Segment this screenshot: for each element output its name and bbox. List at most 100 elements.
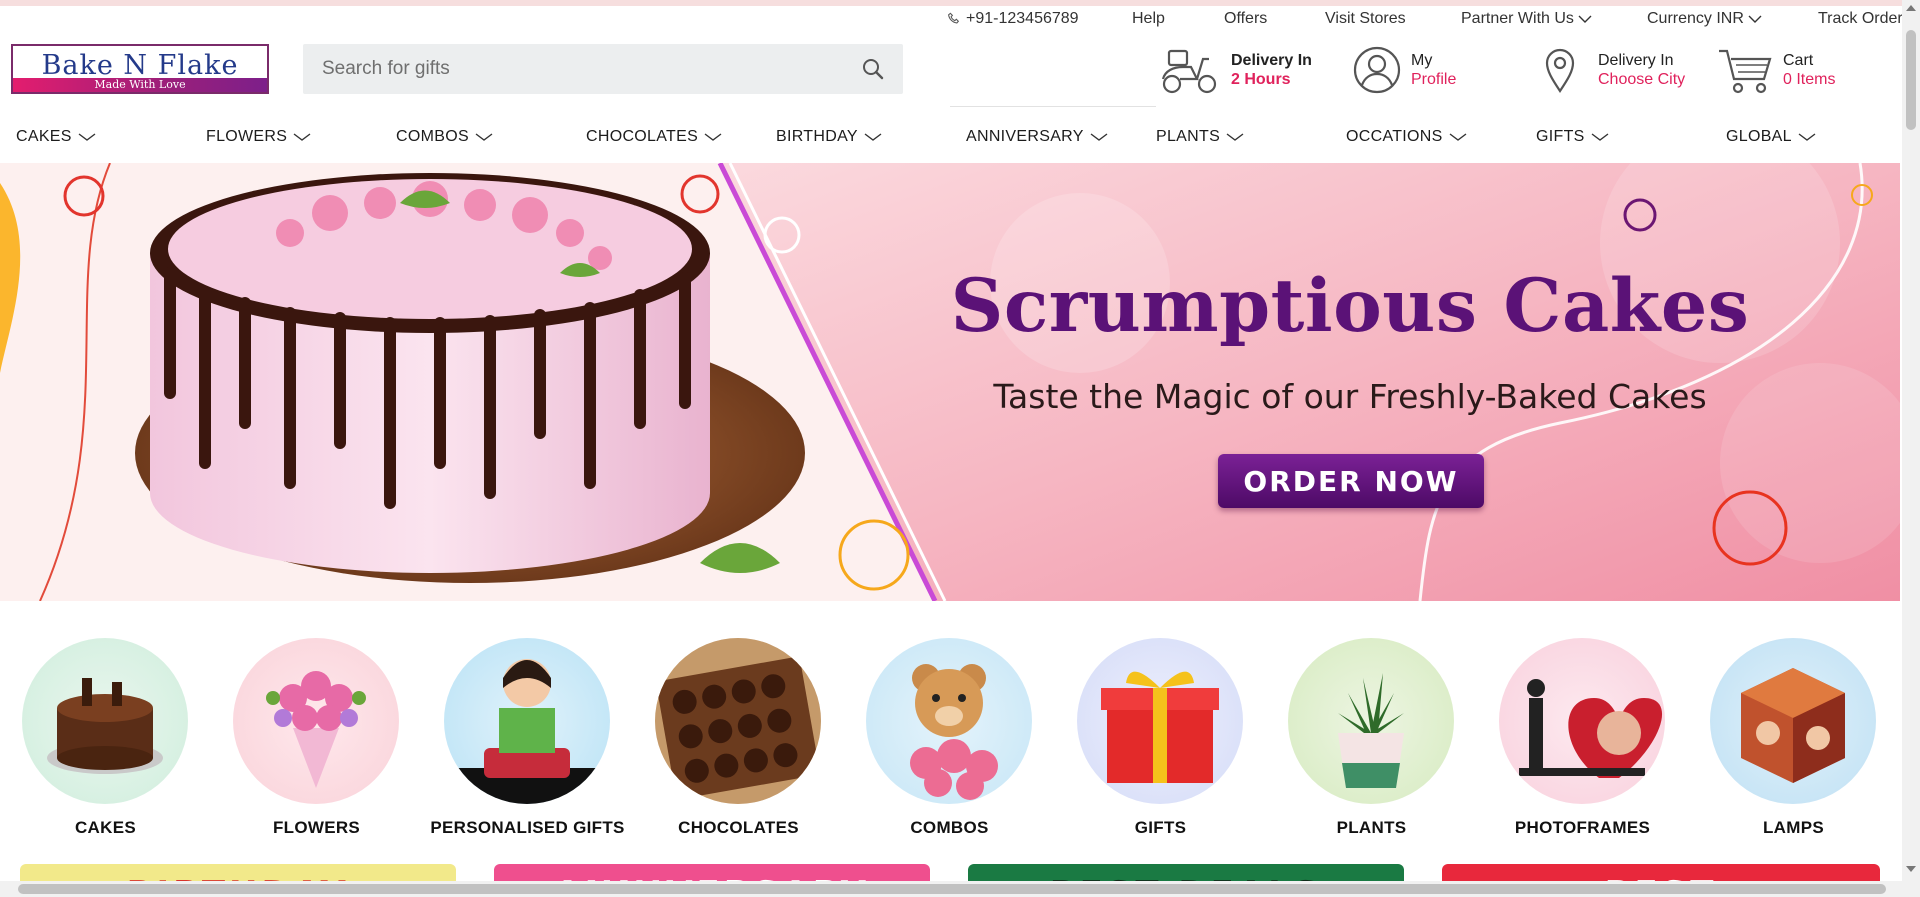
banner-subtitle: Taste the Magic of our Freshly-Baked Cak… — [993, 377, 1707, 416]
category-personalised-gifts[interactable]: PERSONALISED GIFTS — [422, 638, 633, 848]
search-icon[interactable] — [861, 57, 885, 81]
potted-plant-icon — [1338, 673, 1404, 788]
nav-label: CAKES — [16, 128, 72, 145]
chevron-down-icon — [475, 133, 493, 141]
nav-combos[interactable]: COMBOS — [396, 128, 493, 146]
nav-global[interactable]: GLOBAL — [1726, 128, 1816, 146]
chocolate-box-icon — [655, 638, 821, 804]
choose-city[interactable]: Delivery In Choose City — [1542, 44, 1685, 96]
track-order-label: Track Order — [1818, 10, 1903, 27]
phone-icon — [948, 12, 960, 24]
chevron-down-icon — [293, 133, 311, 141]
chevron-down-icon — [1449, 133, 1467, 141]
nav-occasions[interactable]: OCCATIONS — [1346, 128, 1467, 146]
category-label: LAMPS — [1763, 818, 1824, 837]
nav-birthday[interactable]: BIRTHDAY — [776, 128, 882, 146]
header-divider — [950, 106, 1156, 107]
scroll-up-arrow-icon[interactable] — [1906, 5, 1916, 11]
nav-gifts[interactable]: GIFTS — [1536, 128, 1609, 146]
profile-line2: Profile — [1411, 71, 1457, 88]
delivery-two-hours[interactable]: Delivery In 2 Hours — [1159, 44, 1312, 96]
chocolate-cake-icon — [47, 678, 163, 774]
utility-bar: +91-123456789 Help Offers Visit Stores P… — [0, 8, 1903, 32]
category-image — [866, 638, 1032, 804]
chevron-down-icon — [1090, 133, 1108, 141]
category-cakes[interactable]: CAKES — [0, 638, 211, 848]
delivery-city-line1: Delivery In — [1598, 52, 1674, 69]
nav-label: OCCATIONS — [1346, 128, 1443, 145]
category-plants[interactable]: PLANTS — [1266, 638, 1477, 848]
offers-link[interactable]: Offers — [1224, 10, 1267, 28]
nav-label: COMBOS — [396, 128, 469, 145]
visit-stores-link[interactable]: Visit Stores — [1325, 10, 1406, 28]
chevron-down-icon — [1748, 15, 1762, 23]
banner-title: Scrumptious Cakes — [950, 263, 1750, 349]
teddy-bouquet-icon — [910, 664, 998, 800]
category-image — [22, 638, 188, 804]
phone-number: +91-123456789 — [966, 10, 1079, 27]
category-photoframes[interactable]: PHOTOFRAMES — [1477, 638, 1688, 848]
scroll-down-arrow-icon[interactable] — [1906, 866, 1916, 872]
chevron-down-icon — [1578, 15, 1592, 23]
category-combos[interactable]: COMBOS — [844, 638, 1055, 848]
order-now-button[interactable]: ORDER NOW — [1218, 454, 1484, 508]
hero-banner[interactable]: Scrumptious Cakes Taste the Magic of our… — [0, 163, 1900, 601]
site-logo[interactable]: Bake N Flake Made With Love — [11, 44, 269, 94]
scooter-icon — [1161, 49, 1217, 94]
nav-plants[interactable]: PLANTS — [1156, 128, 1244, 146]
category-image — [1499, 638, 1665, 804]
search-input[interactable] — [303, 44, 862, 94]
partner-label: Partner With Us — [1461, 10, 1574, 27]
nav-label: GLOBAL — [1726, 128, 1792, 145]
category-flowers[interactable]: FLOWERS — [211, 638, 422, 848]
category-gifts[interactable]: GIFTS — [1055, 638, 1266, 848]
horizontal-scroll-thumb[interactable] — [18, 884, 1886, 894]
chevron-down-icon — [864, 133, 882, 141]
phone-link[interactable]: +91-123456789 — [946, 10, 1079, 28]
help-link[interactable]: Help — [1132, 10, 1165, 28]
help-label: Help — [1132, 10, 1165, 27]
delivery-fast-line1: Delivery In — [1231, 52, 1312, 69]
currency-dropdown[interactable]: Currency INR — [1647, 10, 1762, 28]
vertical-scrollbar[interactable] — [1902, 0, 1920, 881]
category-image — [233, 638, 399, 804]
delivery-city-line2: Choose City — [1598, 71, 1686, 88]
category-chocolates[interactable]: CHOCOLATES — [633, 638, 844, 848]
nav-cakes[interactable]: CAKES — [16, 128, 96, 146]
gift-box-icon — [1101, 671, 1219, 783]
cart[interactable]: Cart 0 Items — [1717, 44, 1835, 96]
delivery-fast-line2: 2 Hours — [1231, 71, 1291, 88]
category-image — [444, 638, 610, 804]
nav-flowers[interactable]: FLOWERS — [206, 128, 311, 146]
photo-frame-icon — [1519, 679, 1663, 778]
horizontal-scrollbar[interactable] — [0, 881, 1920, 897]
nav-label: PLANTS — [1156, 128, 1221, 145]
nav-label: FLOWERS — [206, 128, 288, 145]
top-accent-strip — [0, 0, 1902, 6]
nav-anniversary[interactable]: ANNIVERSARY — [966, 128, 1108, 146]
category-lamps[interactable]: LAMPS — [1688, 638, 1899, 848]
offers-label: Offers — [1224, 10, 1268, 27]
nav-label: BIRTHDAY — [776, 128, 858, 145]
nav-label: CHOCOLATES — [586, 128, 699, 145]
category-image — [1077, 638, 1243, 804]
personalised-cake-topper-icon — [444, 659, 610, 804]
search-bar — [303, 44, 903, 94]
chevron-down-icon — [78, 133, 96, 141]
chevron-down-icon — [704, 133, 722, 141]
currency-label: Currency INR — [1647, 10, 1744, 27]
nav-label: GIFTS — [1536, 128, 1585, 145]
category-image — [1710, 638, 1876, 804]
nav-chocolates[interactable]: CHOCOLATES — [586, 128, 722, 146]
cart-line1: Cart — [1783, 52, 1814, 69]
category-row: CAKES FLOWERS PERSONALISED GIFTS CHOCOLA… — [0, 638, 1900, 838]
vertical-scroll-thumb[interactable] — [1906, 30, 1916, 130]
track-order-link[interactable]: Track Order — [1818, 10, 1903, 28]
partner-dropdown[interactable]: Partner With Us — [1461, 10, 1592, 28]
chevron-down-icon — [1591, 133, 1609, 141]
logo-tagline: Made With Love — [13, 78, 267, 92]
nav-label: ANNIVERSARY — [966, 128, 1084, 145]
my-profile[interactable]: My Profile — [1353, 44, 1456, 96]
chevron-down-icon — [1798, 133, 1816, 141]
flower-bouquet-icon — [266, 671, 366, 788]
